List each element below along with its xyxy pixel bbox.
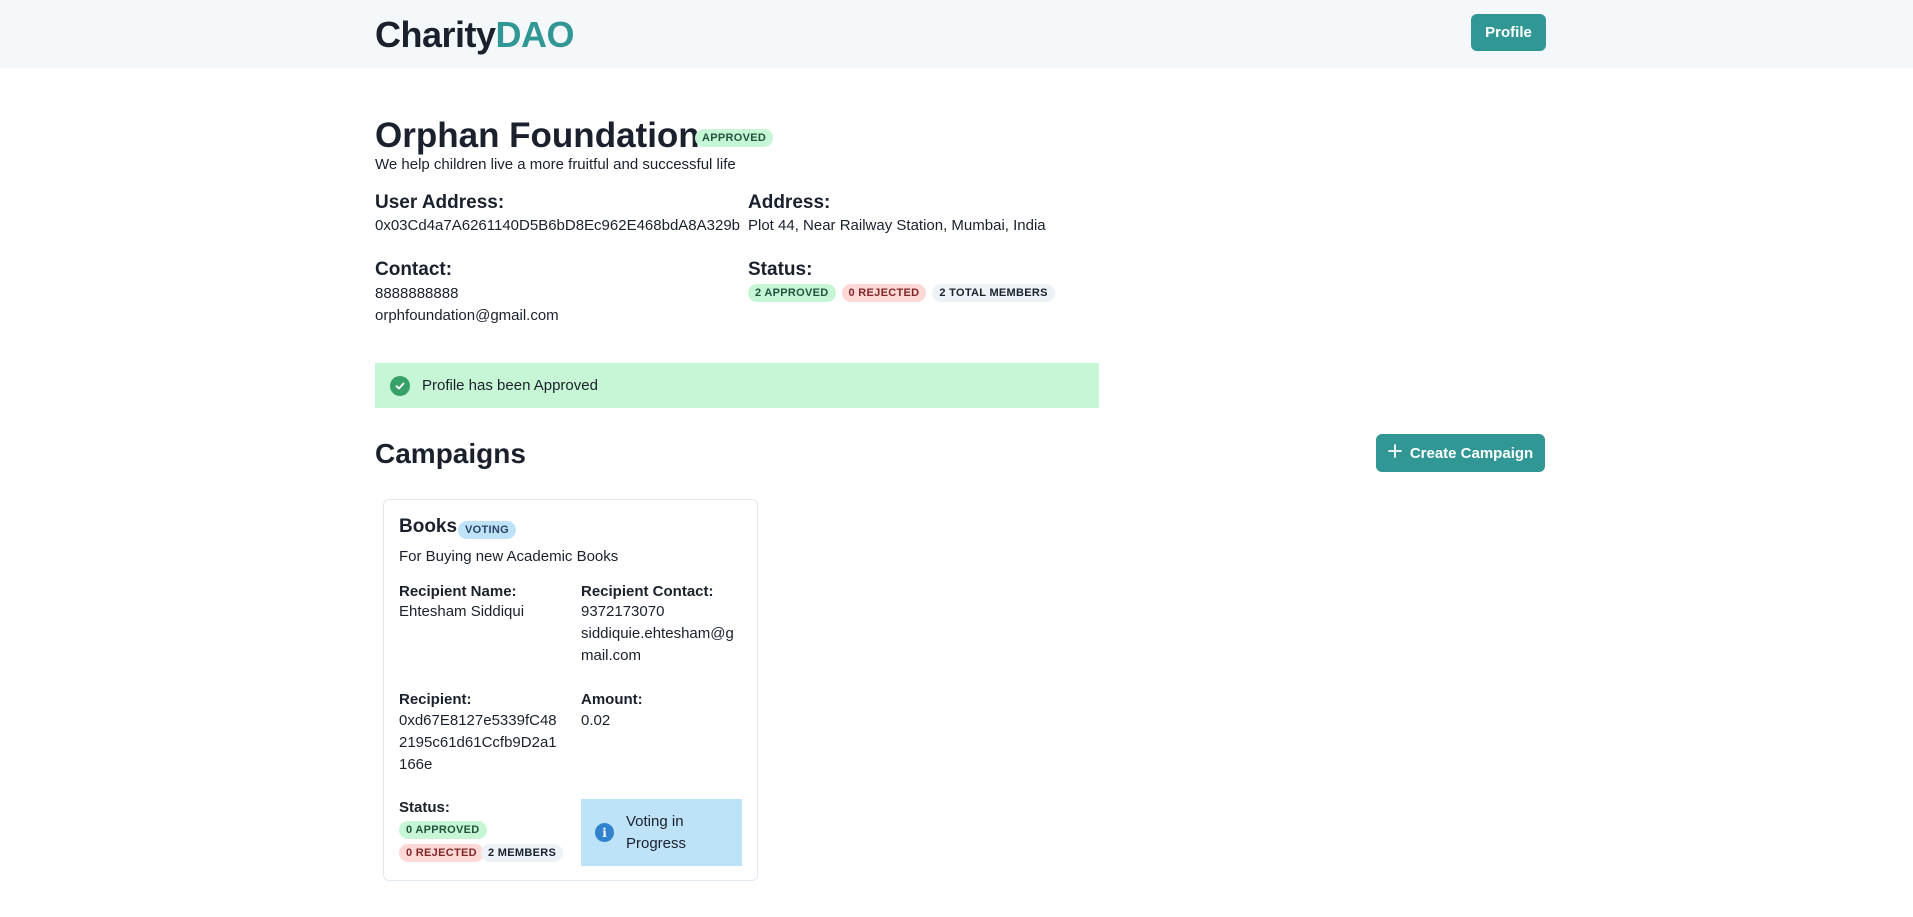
recipient-email-value: siddiquie.ehtesham@gmail.com [581, 625, 734, 664]
contact-email: orphfoundation@gmail.com [375, 307, 559, 324]
create-campaign-button[interactable]: Create Campaign [1376, 434, 1545, 472]
address-label: Address: [748, 192, 831, 213]
campaign-status-label: Status: [399, 799, 450, 816]
info-icon: i [595, 823, 614, 842]
approved-count-badge: 2 APPROVED [748, 284, 836, 302]
members-count-badge: 2 TOTAL MEMBERS [932, 284, 1055, 302]
campaign-description: For Buying new Academic Books [399, 548, 619, 565]
brand-name-part2: DAO [495, 14, 575, 55]
voting-info-text: Voting in Progress [626, 812, 687, 852]
brand-name-part1: Charity [375, 14, 496, 55]
status-label: Status: [748, 259, 813, 280]
contact-phone: 8888888888 [375, 285, 459, 302]
amount-value: 0.02 [581, 712, 611, 729]
recipient-label: Recipient: [399, 691, 472, 708]
profile-button[interactable]: Profile [1471, 14, 1546, 51]
recipient-phone-value: 9372173070 [581, 603, 665, 620]
campaign-title: Books [399, 516, 458, 537]
campaign-members-badge: 2 MEMBERS [481, 844, 564, 862]
campaign-card[interactable]: Books VOTING For Buying new Academic Boo… [383, 499, 758, 881]
recipient-name-value: Ehtesham Siddiqui [399, 603, 525, 620]
create-campaign-label: Create Campaign [1409, 444, 1534, 462]
rejected-count-badge: 0 REJECTED [841, 284, 927, 302]
page-title: Orphan Foundation [375, 116, 700, 155]
campaign-approved-badge: 0 APPROVED [399, 821, 487, 839]
amount-label: Amount: [581, 691, 643, 708]
org-status-badges: 2 APPROVED 0 REJECTED 2 TOTAL MEMBERS [748, 284, 1055, 302]
campaign-status-badge: VOTING [458, 521, 516, 539]
recipient-address-value: 0xd67E8127e5339fC482195c61d61Ccfb9D2a116… [399, 712, 557, 773]
top-navbar: CharityDAO Profile [0, 0, 1913, 68]
recipient-contact-label: Recipient Contact: [581, 583, 714, 600]
alert-message: Profile has been Approved [422, 377, 598, 394]
voting-info-alert: i Voting in Progress [581, 799, 742, 866]
recipient-name-label: Recipient Name: [399, 583, 517, 600]
brand-logo[interactable]: CharityDAO [375, 14, 575, 56]
campaigns-heading: Campaigns [375, 438, 526, 469]
check-circle-icon [390, 375, 410, 396]
org-tagline: We help children live a more fruitful an… [375, 156, 736, 173]
user-address-label: User Address: [375, 192, 505, 213]
address-value: Plot 44, Near Railway Station, Mumbai, I… [748, 217, 1046, 234]
user-address-value: 0x03Cd4a7A6261140D5B6bD8Ec962E468bdA8A32… [375, 217, 741, 234]
approval-alert: Profile has been Approved [375, 363, 1099, 408]
contact-label: Contact: [375, 259, 453, 280]
org-status-badge: APPROVED [695, 129, 774, 147]
campaign-rejected-badge: 0 REJECTED [399, 844, 484, 862]
plus-icon [1387, 444, 1402, 462]
